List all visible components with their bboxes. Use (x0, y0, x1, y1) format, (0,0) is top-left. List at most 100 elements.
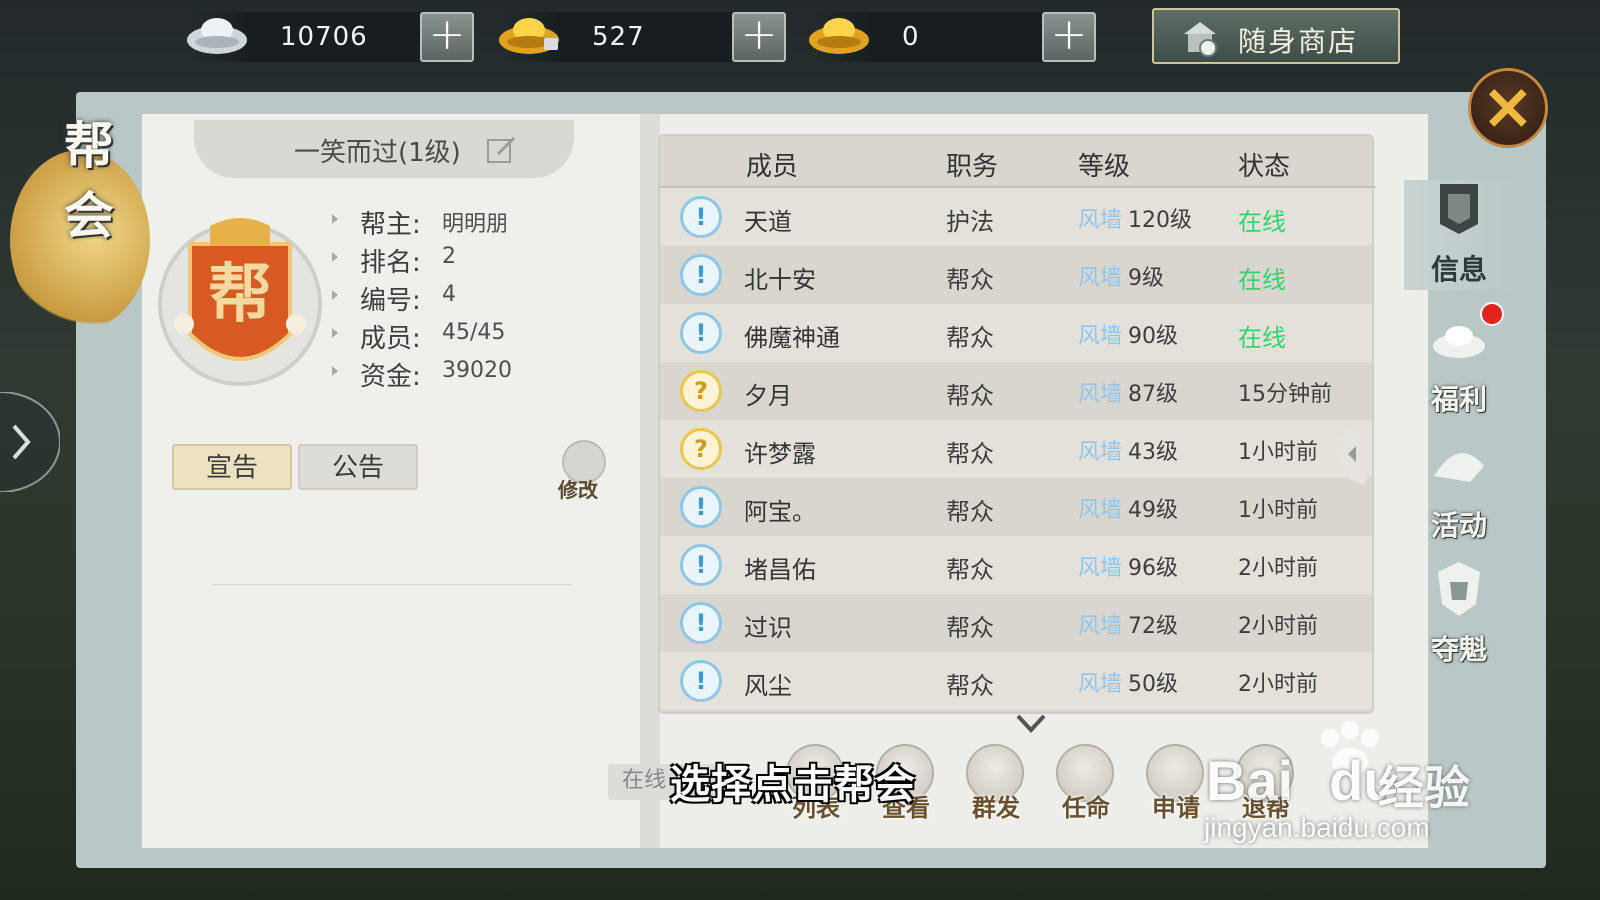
fan-icon (1434, 453, 1484, 482)
member-role: 帮众 (946, 266, 994, 294)
bullet-icon (332, 214, 338, 224)
notification-dot (1480, 302, 1504, 326)
tab-contest[interactable]: 夺魁 (1404, 560, 1514, 670)
tab-label: 活动 (1430, 509, 1487, 542)
tab-declaration[interactable]: 宣告 (172, 444, 292, 490)
member-list: 成员 职务 等级 状态 ! 天道 护法 风墙 120级 在线 ! 北十安 帮众 (658, 134, 1376, 733)
member-name: 堵昌佑 (744, 556, 816, 584)
member-status: 2小时前 (1238, 556, 1318, 581)
emblem-char: 帮 (208, 257, 272, 332)
member-row[interactable]: ? 夕月 帮众 风墙 87级 15分钟前 (660, 362, 1372, 420)
member-row[interactable]: ! 风尘 帮众 风墙 50级 2小时前 (660, 652, 1372, 710)
member-status: 15分钟前 (1238, 382, 1332, 407)
silver-amount: 10706 (280, 22, 368, 52)
appoint-button[interactable]: 任命 (1046, 744, 1126, 830)
member-level: 96级 (1128, 556, 1178, 581)
guild-info-panel: 一笑而过(1级) 帮 帮主: 明明朋 排名: 2 编号: 4 成员: 45/45… (142, 114, 640, 848)
member-name: 北十安 (744, 266, 816, 294)
member-class: 风墙 (1078, 324, 1123, 349)
side-title-char: 帮 (64, 116, 114, 175)
tab-label: 福利 (1430, 383, 1487, 416)
member-badge-icon: ! (680, 486, 722, 528)
tab-activity[interactable]: 活动 (1404, 436, 1514, 546)
member-row[interactable]: ! 北十安 帮众 风墙 9级 在线 (660, 246, 1372, 304)
shop-icon (1184, 22, 1217, 57)
member-row[interactable]: ! 佛魔神通 帮众 风墙 90级 在线 (660, 304, 1372, 362)
member-role: 帮众 (946, 672, 994, 700)
member-level: 90级 (1128, 324, 1178, 349)
member-status: 在线 (1238, 266, 1286, 294)
member-level: 72级 (1128, 614, 1178, 639)
close-button[interactable]: × (1468, 68, 1548, 148)
member-row[interactable]: ? 许梦露 帮众 风墙 43级 1小时前 (660, 420, 1372, 478)
shop-label: 随身商店 (1238, 25, 1359, 58)
member-table-header: 成员 职务 等级 状态 (660, 136, 1376, 188)
info-row-funds: 资金: 39020 (332, 354, 622, 392)
guild-name: 一笑而过(1级) (294, 138, 461, 168)
member-name: 夕月 (744, 382, 792, 410)
member-status: 2小时前 (1238, 614, 1318, 639)
info-key: 排名: (360, 248, 421, 278)
tab-label: 信息 (1430, 253, 1487, 286)
member-badge-icon: ! (680, 254, 722, 296)
member-class: 风墙 (1078, 672, 1123, 697)
member-name: 过识 (744, 614, 792, 642)
info-value: 39020 (442, 358, 512, 383)
member-class: 风墙 (1078, 440, 1123, 465)
member-row[interactable]: ! 天道 护法 风墙 120级 在线 (660, 188, 1372, 246)
member-role: 帮众 (946, 324, 994, 352)
collapse-arrow-icon[interactable] (1336, 424, 1366, 484)
baidu-jingyan-watermark: Bai du 经验 jingyan.baidu.com (1196, 718, 1496, 858)
member-badge-icon: ! (680, 602, 722, 644)
member-badge-icon: ! (680, 196, 722, 238)
bullet-icon (332, 290, 338, 300)
info-row-rank: 排名: 2 (332, 240, 622, 278)
bullet-icon (332, 328, 338, 338)
header-member: 成员 (746, 152, 799, 182)
member-row[interactable]: ! 堵昌佑 帮众 风墙 96级 2小时前 (660, 536, 1372, 594)
guild-info-list: 帮主: 明明朋 排名: 2 编号: 4 成员: 45/45 资金: 39020 (332, 202, 622, 392)
add-yuanbao-button[interactable]: + (1042, 12, 1096, 62)
portable-shop-button[interactable]: 随身商店 (1152, 8, 1400, 64)
member-status: 在线 (1238, 324, 1286, 352)
member-role: 帮众 (946, 498, 994, 526)
member-status: 1小时前 (1238, 440, 1318, 465)
member-name: 阿宝。 (744, 498, 816, 526)
video-subtitle: 选择点击帮会 (670, 762, 916, 808)
add-silver-button[interactable]: + (420, 12, 474, 62)
expand-left-arrow-icon[interactable] (0, 392, 60, 492)
silver-ingot-icon (187, 18, 247, 54)
silver-currency: 10706 + (187, 12, 474, 62)
info-row-id: 编号: 4 (332, 278, 622, 316)
info-value: 2 (442, 244, 456, 269)
close-icon: × (1481, 70, 1535, 144)
currency-bar: 10706 + 527 + 0 + 随身商店 (0, 0, 1600, 80)
member-row[interactable]: ! 过识 帮众 风墙 72级 2小时前 (660, 594, 1372, 652)
member-badge-icon: ? (680, 370, 722, 412)
scroll-down-icon[interactable] (1016, 714, 1046, 734)
divider (212, 584, 572, 585)
action-label: 群发 (972, 794, 1020, 822)
info-value: 4 (442, 282, 456, 307)
tab-info[interactable]: 信息 (1404, 180, 1514, 290)
info-key: 资金: (360, 362, 421, 392)
member-role: 帮众 (946, 440, 994, 468)
broadcast-button[interactable]: 群发 (956, 744, 1036, 830)
add-gold-button[interactable]: + (732, 12, 786, 62)
modify-button[interactable]: 修改 (558, 440, 610, 502)
watermark-brand: Bai du (1206, 749, 1398, 812)
ingot-icon (1433, 326, 1485, 358)
member-row[interactable]: ! 阿宝。 帮众 风墙 49级 1小时前 (660, 478, 1372, 536)
member-class: 风墙 (1078, 556, 1123, 581)
member-role: 帮众 (946, 556, 994, 584)
tab-welfare[interactable]: 福利 (1404, 310, 1514, 420)
gold-ingot-locked-icon (499, 18, 559, 54)
member-class: 风墙 (1078, 266, 1123, 291)
edit-name-icon[interactable] (486, 134, 518, 164)
member-status: 2小时前 (1238, 672, 1318, 697)
header-status: 状态 (1238, 152, 1291, 182)
member-level: 9级 (1128, 266, 1164, 291)
member-class: 风墙 (1078, 614, 1123, 639)
info-key: 成员: (360, 324, 421, 354)
tab-notice[interactable]: 公告 (298, 444, 418, 490)
